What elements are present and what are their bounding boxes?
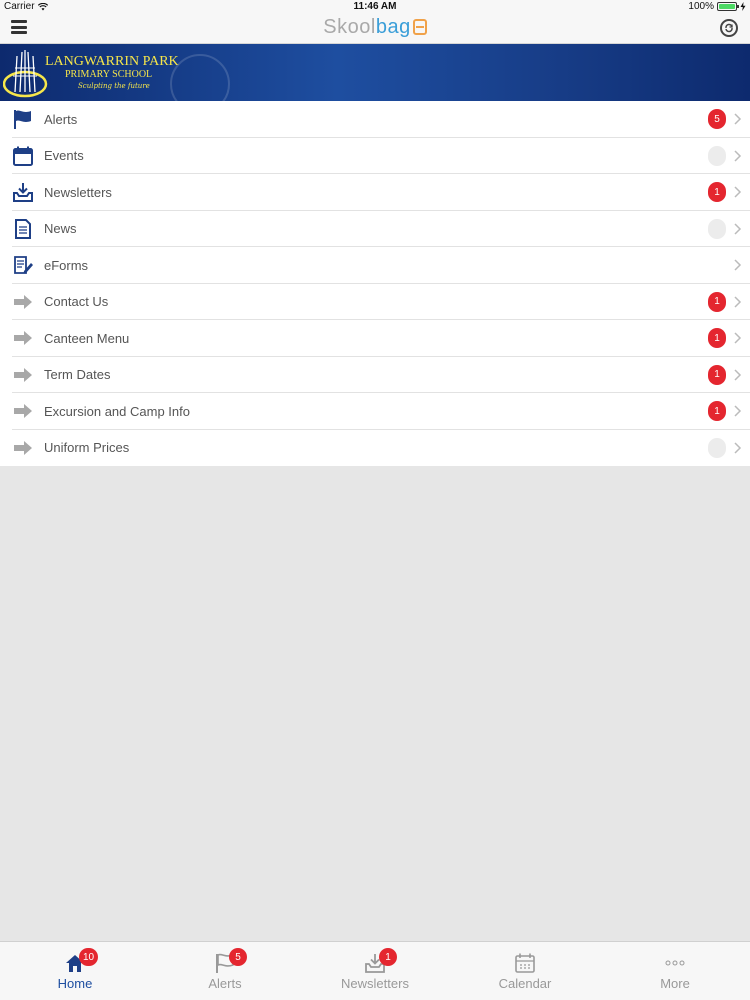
school-logo-icon bbox=[3, 50, 48, 98]
home-count-badge: 10 bbox=[79, 948, 99, 966]
inbox-download-icon bbox=[12, 181, 34, 203]
chevron-right-icon bbox=[734, 405, 742, 417]
flag-icon bbox=[12, 108, 34, 130]
brand-part2: bag bbox=[375, 16, 411, 38]
battery-percent: 100% bbox=[688, 1, 714, 12]
newsletters-count-badge: 1 bbox=[708, 182, 726, 203]
chevron-right-icon bbox=[734, 332, 742, 344]
chevron-right-icon bbox=[734, 186, 742, 198]
home-menu-list: Alerts 5 Events Newsletters 1 News eForm… bbox=[0, 101, 750, 466]
menu-item-label: News bbox=[44, 221, 77, 237]
menu-item-label: Contact Us bbox=[44, 294, 109, 310]
arrow-right-icon bbox=[12, 364, 34, 386]
canteen-menu-count-badge: 1 bbox=[708, 328, 726, 349]
menu-item-label: Events bbox=[44, 148, 84, 164]
tab-calendar[interactable]: Calendar bbox=[450, 942, 600, 1000]
menu-item-canteen-menu[interactable]: Canteen Menu 1 bbox=[0, 320, 750, 357]
arrow-right-icon bbox=[12, 437, 34, 459]
events-count-badge bbox=[708, 145, 726, 166]
chevron-right-icon bbox=[734, 223, 742, 235]
arrow-right-icon bbox=[12, 327, 34, 349]
calendar-icon bbox=[514, 952, 536, 974]
navigation-bar: Skoolbag bbox=[0, 14, 750, 44]
tab-label: Calendar bbox=[498, 976, 552, 991]
menu-item-label: Alerts bbox=[44, 111, 78, 127]
tab-more[interactable]: More bbox=[600, 942, 750, 1000]
document-icon bbox=[12, 218, 34, 240]
menu-item-label: Uniform Prices bbox=[44, 440, 130, 456]
sync-icon[interactable] bbox=[720, 19, 738, 37]
status-bar: Carrier 11:46 AM 100% bbox=[0, 0, 750, 14]
battery-status: 100% bbox=[688, 1, 746, 12]
menu-item-label: Term Dates bbox=[44, 367, 111, 383]
tab-label: Home bbox=[57, 976, 93, 991]
menu-item-excursion-camp-info[interactable]: Excursion and Camp Info 1 bbox=[0, 393, 750, 430]
menu-item-events[interactable]: Events bbox=[0, 137, 750, 174]
chevron-right-icon bbox=[734, 369, 742, 381]
arrow-right-icon bbox=[12, 400, 34, 422]
tab-label: More bbox=[660, 976, 690, 991]
tab-alerts[interactable]: 5 Alerts bbox=[150, 942, 300, 1000]
alerts-tab-badge: 5 bbox=[229, 948, 247, 966]
tab-label: Alerts bbox=[208, 976, 242, 991]
school-banner: LANGWARRIN PARK PRIMARY SCHOOL Sculpting… bbox=[0, 44, 750, 101]
brand-bag-icon bbox=[412, 19, 427, 35]
bottom-tab-bar: 10 Home 5 Alerts 1 Newsletters Calendar … bbox=[0, 941, 750, 1000]
menu-item-label: Newsletters bbox=[44, 184, 112, 200]
tab-label: Newsletters bbox=[341, 976, 409, 991]
more-dots-icon bbox=[664, 952, 686, 974]
chevron-right-icon bbox=[734, 150, 742, 162]
chevron-right-icon bbox=[734, 442, 742, 454]
brand-part1: Skool bbox=[323, 16, 376, 38]
term-dates-count-badge: 1 bbox=[708, 364, 726, 385]
chevron-right-icon bbox=[734, 259, 742, 271]
charging-icon bbox=[740, 2, 746, 11]
tab-newsletters[interactable]: 1 Newsletters bbox=[300, 942, 450, 1000]
chevron-right-icon bbox=[734, 113, 742, 125]
contact-us-count-badge: 1 bbox=[708, 291, 726, 312]
menu-item-term-dates[interactable]: Term Dates 1 bbox=[0, 356, 750, 393]
newsletters-tab-badge: 1 bbox=[379, 948, 397, 966]
menu-item-contact-us[interactable]: Contact Us 1 bbox=[0, 283, 750, 320]
form-pen-icon bbox=[12, 254, 34, 276]
uniform-prices-count-badge bbox=[708, 437, 726, 458]
menu-item-eforms[interactable]: eForms bbox=[0, 247, 750, 284]
menu-item-label: Excursion and Camp Info bbox=[44, 403, 190, 419]
arrow-right-icon bbox=[12, 291, 34, 313]
menu-item-news[interactable]: News bbox=[0, 210, 750, 247]
school-name: LANGWARRIN PARK bbox=[45, 54, 179, 69]
battery-icon bbox=[717, 2, 739, 11]
chevron-right-icon bbox=[734, 296, 742, 308]
menu-item-label: Canteen Menu bbox=[44, 330, 130, 346]
calendar-icon bbox=[12, 145, 34, 167]
menu-item-newsletters[interactable]: Newsletters 1 bbox=[0, 174, 750, 211]
app-brand: Skoolbag bbox=[0, 16, 750, 39]
menu-item-alerts[interactable]: Alerts 5 bbox=[0, 101, 750, 138]
tab-home[interactable]: 10 Home bbox=[0, 942, 150, 1000]
news-count-badge bbox=[708, 218, 726, 239]
menu-item-uniform-prices[interactable]: Uniform Prices bbox=[0, 429, 750, 466]
school-motto: Sculpting the future bbox=[78, 82, 150, 90]
alerts-count-badge: 5 bbox=[708, 109, 726, 130]
excursion-count-badge: 1 bbox=[708, 401, 726, 422]
status-time: 11:46 AM bbox=[353, 1, 397, 12]
school-subtitle: PRIMARY SCHOOL bbox=[65, 69, 153, 80]
menu-item-label: eForms bbox=[44, 257, 89, 273]
